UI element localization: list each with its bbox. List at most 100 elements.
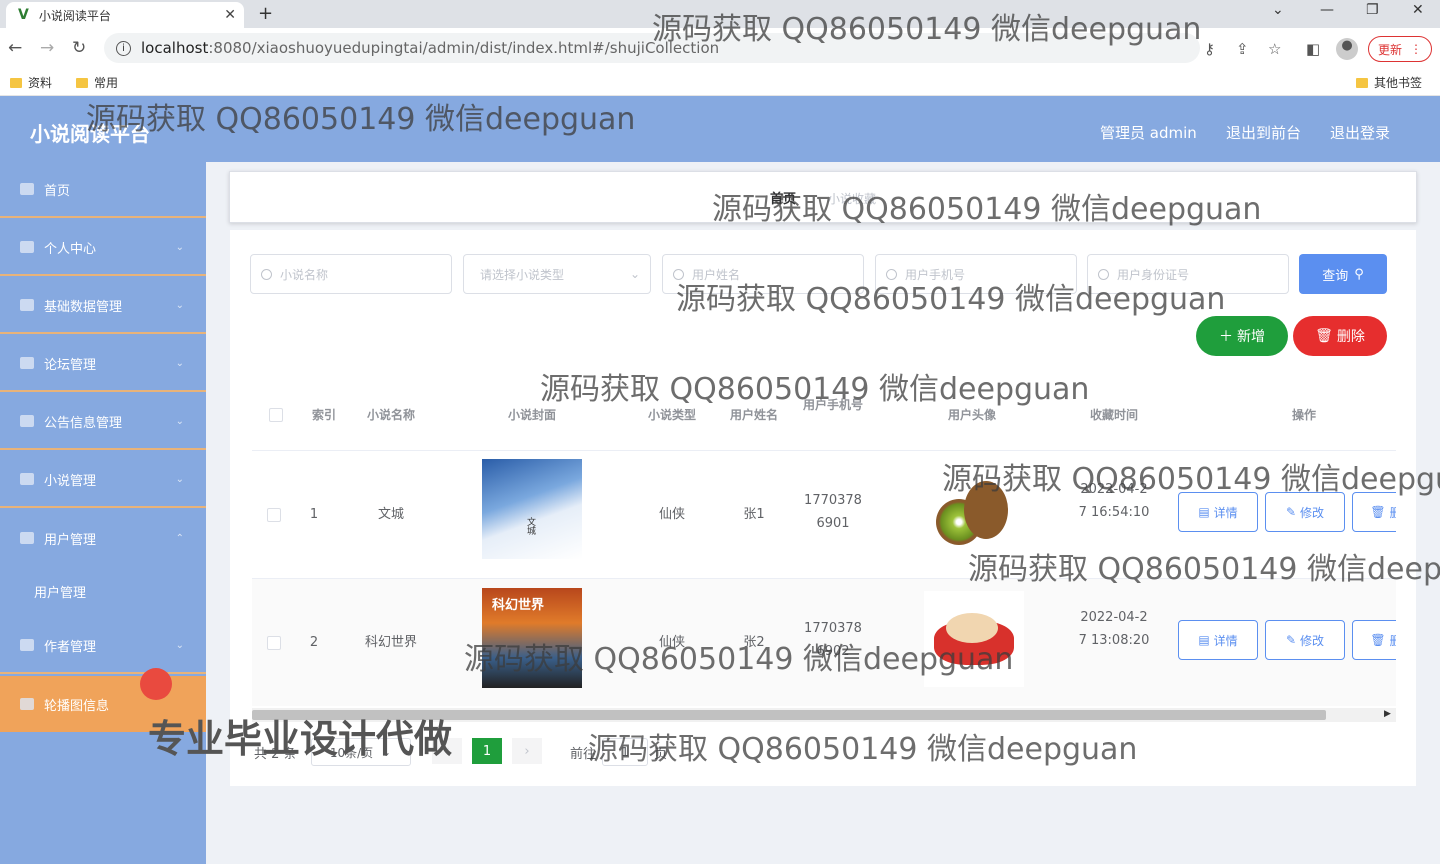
page-suffix: 页 (654, 746, 668, 762)
browser-tab[interactable]: V 小说阅读平台 ✕ (6, 2, 244, 28)
detail-button[interactable]: ▤ 详情 (1178, 620, 1258, 660)
placeholder: 小说名称 (280, 267, 329, 282)
chevron-down-icon: ⌄ (629, 267, 640, 281)
user-avatar[interactable] (924, 591, 1024, 687)
row-novel-type: 仙侠 (658, 507, 685, 522)
folder-icon (76, 77, 88, 88)
back-icon[interactable]: ← (8, 38, 22, 58)
novel-cover-image[interactable]: 科幻世界 (482, 588, 582, 688)
update-label: 更新 (1377, 42, 1402, 57)
sidebar-item-profile[interactable]: 个人中心 ⌄ (0, 220, 206, 276)
send-icon (20, 532, 34, 544)
tab-search-icon[interactable]: ⌄ (1272, 2, 1284, 18)
user-icon (20, 299, 34, 311)
row-user-name: 张2 (743, 635, 765, 650)
row-collect-time: 2022-04-27 13:08:20 (1078, 610, 1150, 648)
novel-cover-image[interactable]: 文城 (482, 459, 582, 559)
submenu-item-users[interactable]: 用户管理 (34, 582, 86, 601)
column-header: 小说类型 (647, 408, 696, 422)
user-phone-input[interactable]: 用户手机号 (875, 254, 1077, 294)
logout-link[interactable]: 退出登录 (1330, 122, 1390, 143)
document-icon: ▤ (1198, 633, 1210, 647)
row-delete-button[interactable]: 🗑删除 (1352, 492, 1396, 532)
row-user-name: 张1 (743, 507, 765, 522)
row-delete-label: 删除 (1389, 505, 1396, 520)
breadcrumb-home[interactable]: 首页 (770, 188, 796, 207)
novel-type-select[interactable]: 请选择小说类型 ⌄ (463, 254, 651, 294)
close-window-icon[interactable]: ✕ (1412, 2, 1424, 18)
edit-button[interactable]: ✎ 修改 (1265, 492, 1345, 532)
sidebar-item-home[interactable]: 首页 (0, 162, 206, 218)
query-button[interactable]: 查询 ⚲ (1299, 254, 1387, 294)
home-icon (20, 183, 34, 195)
table-row: 1 文城 文城 仙侠 张1 1770378 6901 2022-04-27 16… (252, 450, 1396, 578)
row-checkbox[interactable] (267, 636, 281, 650)
sidebar-item-label: 公告信息管理 (44, 415, 123, 431)
trash-icon: 🗑 (1370, 633, 1386, 647)
delete-label: 删除 (1336, 329, 1365, 345)
detail-button[interactable]: ▤ 详情 (1178, 492, 1258, 532)
other-bookmarks[interactable]: 其他书签 (1356, 74, 1422, 91)
minimize-icon[interactable]: — (1320, 2, 1334, 18)
other-bookmarks-label: 其他书签 (1374, 76, 1423, 90)
watermark-big-text: 专业毕业设计代做 (148, 717, 453, 761)
chevron-down-icon: ⌄ (175, 357, 184, 369)
breadcrumb (229, 171, 1417, 223)
novel-name-input[interactable]: 小说名称 (250, 254, 452, 294)
user-avatar[interactable] (924, 473, 1020, 553)
sidebar-item-users[interactable]: 用户管理 ⌃ (0, 510, 206, 566)
placeholder: 用户姓名 (692, 267, 741, 282)
site-info-icon[interactable]: i (116, 40, 131, 56)
reload-icon[interactable]: ↻ (72, 38, 86, 58)
collection-table: 索引 小说名称 小说封面 小说类型 用户姓名 用户手机号 用户头像 收藏时间 操… (252, 382, 1396, 712)
folder-icon (10, 77, 22, 88)
update-button[interactable]: 更新 ⋮ (1368, 36, 1432, 62)
clock-icon (20, 639, 34, 651)
sidebar-item-label: 轮播图信息 (44, 698, 110, 714)
bookmark-folder[interactable]: 常用 (76, 74, 118, 91)
document-icon: ▤ (1198, 505, 1210, 519)
profile-avatar-icon[interactable]: ● (1336, 38, 1358, 60)
maximize-icon[interactable]: ❐ (1366, 2, 1379, 18)
column-header: 用户头像 (947, 408, 996, 422)
sidebar-item-forum[interactable]: 论坛管理 ⌄ (0, 336, 206, 392)
new-tab-icon[interactable]: + (258, 3, 273, 24)
add-button[interactable]: ＋新增 (1196, 316, 1288, 356)
close-tab-icon[interactable]: ✕ (224, 7, 236, 23)
forward-icon[interactable]: → (40, 38, 54, 58)
sidebar-item-notice[interactable]: 公告信息管理 ⌄ (0, 394, 206, 450)
bookmark-folder[interactable]: 资料 (10, 74, 52, 91)
scroll-right-icon[interactable]: ▶ (1384, 709, 1391, 719)
sidebar-item-novel[interactable]: 小说管理 ⌄ (0, 452, 206, 508)
column-header: 用户手机号 (802, 398, 863, 412)
row-checkbox[interactable] (267, 508, 281, 522)
edit-label: 修改 (1300, 505, 1325, 520)
carousel-icon (20, 698, 34, 710)
column-header: 收藏时间 (1089, 408, 1138, 422)
delete-button[interactable]: 🗑 删除 (1293, 316, 1387, 356)
edit-button[interactable]: ✎ 修改 (1265, 620, 1345, 660)
book-icon (20, 473, 34, 485)
sidebar-item-basic-data[interactable]: 基础数据管理 ⌄ (0, 278, 206, 334)
user-name-input[interactable]: 用户姓名 (662, 254, 864, 294)
user-id-input[interactable]: 用户身份证号 (1087, 254, 1289, 294)
sidepanel-icon[interactable]: ◧ (1306, 40, 1320, 58)
select-all-checkbox[interactable] (269, 408, 283, 422)
row-index: 2 (309, 635, 319, 650)
goto-page-input[interactable]: 1 (602, 738, 649, 766)
list-icon (20, 357, 34, 369)
key-icon[interactable]: ⚷ (1204, 40, 1215, 58)
current-page[interactable]: 1 (472, 738, 502, 764)
placeholder: 请选择小说类型 (480, 267, 565, 282)
star-icon[interactable]: ☆ (1268, 40, 1281, 58)
goto-label: 前往 (570, 746, 597, 762)
chevron-up-icon: ⌃ (175, 532, 184, 544)
row-delete-button[interactable]: 🗑删除 (1352, 620, 1396, 660)
next-page-button[interactable]: › (512, 738, 542, 764)
to-front-link[interactable]: 退出到前台 (1226, 122, 1301, 143)
admin-label: 管理员 admin (1100, 124, 1197, 142)
sidebar-item-authors[interactable]: 作者管理 ⌄ (0, 618, 206, 674)
url-field[interactable]: i localhost:8080/xiaoshuoyuedupingtai/ad… (104, 33, 1200, 63)
share-icon[interactable]: ⇪ (1236, 40, 1249, 58)
column-header: 操作 (1291, 408, 1316, 422)
